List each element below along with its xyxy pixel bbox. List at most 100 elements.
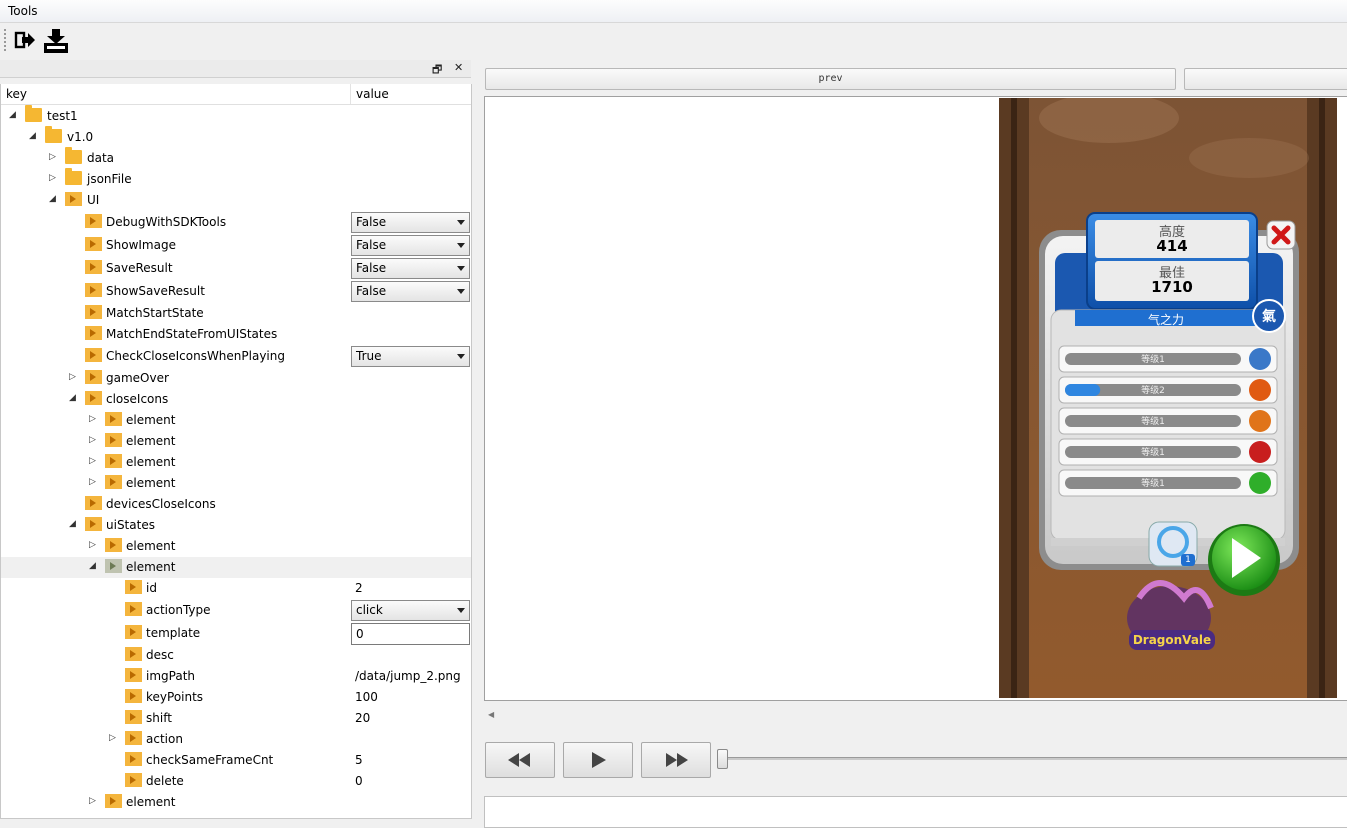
tree-node-match-end-state[interactable]: MatchEndStateFromUIStates: [1, 324, 471, 345]
id-value[interactable]: 2: [355, 581, 363, 595]
action-type-select[interactable]: click: [351, 600, 470, 621]
expand-arrow-icon[interactable]: ▷: [89, 414, 96, 424]
tree-node-img-path[interactable]: imgPath /data/jump_2.png: [1, 666, 471, 687]
tree-node-save-result[interactable]: SaveResult False: [1, 258, 471, 279]
chevron-down-icon: [457, 289, 465, 294]
best-value: 1710: [1151, 278, 1193, 296]
tree-node-ui[interactable]: ◢ UI: [1, 190, 471, 211]
node-label: SaveResult: [106, 261, 173, 275]
tree-node-element[interactable]: ▷ element: [1, 536, 471, 557]
tree-node-match-start-state[interactable]: MatchStartState: [1, 303, 471, 324]
delete-value[interactable]: 0: [355, 774, 363, 788]
debug-sdk-tools-select[interactable]: False: [351, 212, 470, 233]
tree-node-element[interactable]: ▷ element: [1, 452, 471, 473]
item-icon: [85, 517, 102, 531]
collapse-arrow-icon[interactable]: ◢: [69, 519, 76, 529]
upgrade-item-icon: [1249, 410, 1271, 432]
play-icon: [592, 752, 606, 768]
timeline-slider-handle[interactable]: [717, 749, 728, 769]
tree-node-v1[interactable]: ◢ v1.0: [1, 126, 471, 148]
expand-arrow-icon[interactable]: ▷: [109, 733, 116, 743]
scroll-left-icon[interactable]: ◀: [488, 710, 494, 719]
tree-node-action[interactable]: ▷ action: [1, 729, 471, 750]
collapse-arrow-icon[interactable]: ◢: [49, 194, 56, 204]
check-close-icons-select[interactable]: True: [351, 346, 470, 367]
prev-button[interactable]: prev: [485, 68, 1176, 90]
tree-node-template[interactable]: template 0: [1, 623, 471, 645]
item-icon: [125, 752, 142, 766]
tree-node-game-over[interactable]: ▷ gameOver: [1, 368, 471, 389]
key-points-value[interactable]: 100: [355, 690, 378, 704]
tree-node-delete[interactable]: delete 0: [1, 771, 471, 792]
upgrade-level-label: 等级2: [1141, 386, 1165, 396]
collapse-arrow-icon[interactable]: ◢: [29, 131, 36, 141]
tree-node-test1[interactable]: ◢ test1: [1, 105, 471, 127]
tree-node-shift[interactable]: shift 20: [1, 708, 471, 729]
expand-arrow-icon[interactable]: ▷: [89, 540, 96, 550]
tree-node-element[interactable]: ▷ element: [1, 431, 471, 452]
float-dock-icon[interactable]: 🗗: [432, 61, 442, 80]
upgrade-level-label: 等级1: [1141, 479, 1165, 489]
tree-node-show-save-result[interactable]: ShowSaveResult False: [1, 281, 471, 302]
tree-node-element[interactable]: ▷ element: [1, 410, 471, 431]
expand-arrow-icon[interactable]: ▷: [69, 372, 76, 382]
save-result-select[interactable]: False: [351, 258, 470, 279]
menu-tools[interactable]: Tools: [8, 4, 38, 18]
fast-forward-button[interactable]: [641, 742, 711, 778]
node-label: id: [146, 581, 157, 595]
tree-header: key value: [1, 84, 471, 105]
expand-arrow-icon[interactable]: ▷: [49, 152, 56, 162]
collapse-arrow-icon[interactable]: ◢: [89, 561, 96, 571]
expand-arrow-icon[interactable]: ▷: [89, 477, 96, 487]
play-button[interactable]: [563, 742, 633, 778]
horizontal-scrollbar[interactable]: ◀: [484, 708, 1346, 722]
shift-value[interactable]: 20: [355, 711, 370, 725]
tree-node-jsonfile[interactable]: ▷ jsonFile: [1, 168, 471, 190]
image-canvas[interactable]: 高度 414 最佳 1710 气之力 氣 1 DragonVale 等级1 等级2…: [484, 96, 1347, 701]
column-key-header[interactable]: key: [6, 87, 27, 101]
expand-arrow-icon[interactable]: ▷: [49, 173, 56, 183]
tree-node-close-icons[interactable]: ◢ closeIcons: [1, 389, 471, 410]
chevron-down-icon: [457, 243, 465, 248]
tree-node-check-close-icons[interactable]: CheckCloseIconsWhenPlaying True: [1, 346, 471, 367]
img-path-value[interactable]: /data/jump_2.png: [355, 669, 461, 683]
tree-node-show-image[interactable]: ShowImage False: [1, 235, 471, 256]
tree-node-debug-sdk-tools[interactable]: DebugWithSDKTools False: [1, 212, 471, 233]
show-image-select[interactable]: False: [351, 235, 470, 256]
node-label: closeIcons: [106, 392, 169, 406]
close-dock-icon[interactable]: ✕: [454, 61, 463, 74]
expand-arrow-icon[interactable]: ▷: [89, 796, 96, 806]
exit-icon[interactable]: [13, 28, 37, 52]
tree-node-element[interactable]: ▷ element: [1, 473, 471, 494]
collapse-arrow-icon[interactable]: ◢: [9, 110, 16, 120]
tree-node-action-type[interactable]: actionType click: [1, 600, 471, 621]
tree-node-key-points[interactable]: keyPoints 100: [1, 687, 471, 708]
toolbar-grip[interactable]: [4, 29, 8, 51]
timeline-slider-track[interactable]: [723, 757, 1347, 760]
tree-node-desc[interactable]: desc: [1, 645, 471, 666]
show-save-result-select[interactable]: False: [351, 281, 470, 302]
next-button[interactable]: [1184, 68, 1347, 90]
rewind-button[interactable]: [485, 742, 555, 778]
tree-node-ui-states[interactable]: ◢ uiStates: [1, 515, 471, 536]
collapse-arrow-icon[interactable]: ◢: [69, 393, 76, 403]
tree-node-devices-close-icons[interactable]: devicesCloseIcons: [1, 494, 471, 515]
item-icon: [105, 433, 122, 447]
menu-bar: Tools: [0, 0, 1347, 23]
expand-arrow-icon[interactable]: ▷: [89, 456, 96, 466]
expand-arrow-icon[interactable]: ▷: [89, 435, 96, 445]
item-icon: [125, 625, 142, 639]
tree-node-id[interactable]: id 2: [1, 578, 471, 599]
column-value-header[interactable]: value: [356, 87, 389, 101]
node-label: data: [87, 151, 115, 165]
tree-node-element-selected[interactable]: ◢ element: [1, 557, 471, 578]
tree-node-check-same-frame-cnt[interactable]: checkSameFrameCnt 5: [1, 750, 471, 771]
check-same-frame-cnt-value[interactable]: 5: [355, 753, 363, 767]
template-input[interactable]: 0: [351, 623, 470, 645]
save-download-icon[interactable]: [43, 28, 68, 53]
tree-node-element[interactable]: ▷ element: [1, 792, 471, 813]
tree-node-data[interactable]: ▷ data: [1, 147, 471, 169]
item-icon: [125, 602, 142, 616]
rewind-icon: [508, 753, 530, 767]
node-label: ShowImage: [106, 238, 176, 252]
